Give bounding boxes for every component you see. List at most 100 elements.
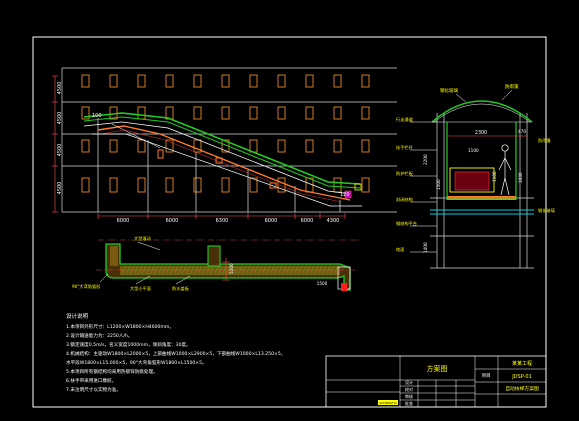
building-window: [193, 74, 202, 88]
building-window: [137, 177, 146, 193]
section-dim: 1400: [423, 242, 428, 253]
elevation-tag: 100: [92, 113, 102, 119]
building-window: [361, 106, 370, 120]
building-window: [137, 139, 146, 153]
section-dim: 1000: [518, 172, 523, 183]
elevation-view: 100 120 4500 4500 4500 4500 6000 6000 63…: [52, 67, 397, 224]
title-row-label: 审核: [405, 393, 413, 399]
building-window: [249, 106, 258, 120]
notes-line: 2.设计输送能力为：2250人/h。: [66, 332, 132, 339]
building-window: [221, 74, 230, 88]
cad-drawing-canvas: 100 120 4500 4500 4500 4500 6000 6000 63…: [32, 36, 555, 408]
building-window: [81, 139, 90, 153]
plan-dim: 5200: [229, 263, 234, 274]
section-dim: 1100: [492, 171, 497, 182]
building-window: [277, 106, 286, 120]
section-dim: 470: [518, 129, 526, 134]
title-project-code: JDSP-01: [511, 374, 532, 380]
title-block: 方案图 某某工程 项目 JDSP-01 自动扶梯方案图 设计 校对 审核 批准 …: [325, 355, 547, 408]
building-window: [249, 139, 258, 153]
title-row-label: 校对: [405, 386, 413, 392]
notes-line: 3.额定速度0.5m/s，名义宽度1000mm，倾斜角度：30度。: [66, 341, 191, 348]
building-window: [81, 177, 90, 193]
building-window: [333, 106, 342, 120]
notes-line: 4.机械结构：主驱动W1800×L2000×5，上部曲线W1000×L2900×…: [66, 350, 285, 357]
title-subtitle: 自动扶梯方案图: [505, 385, 539, 392]
section-dim: 2200: [423, 154, 428, 165]
title-project-label: 项目: [482, 373, 491, 379]
escalator-truss-bottom: [92, 133, 362, 207]
dimension-bottom: 6000: [117, 218, 130, 224]
section-callout: 地面: [396, 246, 404, 253]
section-callout: 钢结构平台: [396, 220, 417, 227]
title-row-label: 设计: [405, 379, 413, 385]
building-window: [361, 139, 370, 153]
title-row-label: 批准: [405, 400, 413, 406]
notes-line: 7.未注明尺寸以实物为准。: [66, 386, 121, 393]
dimension-left: 4500: [57, 144, 63, 157]
section-dim: 1100: [468, 148, 479, 153]
elevation-tag: 120: [340, 192, 350, 198]
notes-line: 水平段W1800×L15.000×5，90°大弯角弧形W1800×L1500×5…: [66, 359, 207, 366]
building-window: [165, 177, 174, 193]
building-window: [109, 74, 118, 88]
building-window: [109, 177, 118, 193]
dimension-bottom: 6000: [265, 218, 278, 224]
building-window: [193, 106, 202, 120]
building-window: [361, 177, 370, 193]
section-callout: 防雨篷: [505, 83, 519, 90]
title-company: 某某工程: [512, 360, 532, 367]
section-callout: 防护栏板: [396, 170, 414, 177]
plan-callout: 90°大弯角弧形: [72, 283, 101, 290]
notes-line: 1.本项目外形尺寸：L1200×W1800×H4600mm。: [66, 323, 174, 330]
dimension-bottom: 4300: [327, 218, 340, 224]
section-callout: 行走通道: [396, 116, 414, 123]
building-window: [221, 177, 230, 193]
title-stamp-label: SCHEMATIC: [379, 401, 396, 405]
section-callout: 封闭结构: [396, 196, 413, 203]
building-window: [221, 106, 230, 120]
dimension-left: 4500: [57, 112, 63, 125]
building-window: [361, 74, 370, 88]
window-grid: [81, 74, 370, 193]
plan-callout: 防水盖板: [172, 285, 190, 292]
section-view: 2300 470 1100 1100 1000 1500 2200 1400 钢…: [396, 83, 555, 269]
dimension-bottom: 6300: [216, 218, 229, 224]
building-window: [137, 106, 146, 120]
building-window: [305, 74, 314, 88]
dimension-bottom: 6000: [166, 218, 179, 224]
human-scale-figure: [498, 144, 512, 196]
building-window: [305, 139, 314, 153]
building-window: [109, 139, 118, 153]
escalator-truss-mid: [83, 116, 361, 189]
building-window: [333, 139, 342, 153]
plan-callout: 大型小平面: [130, 285, 151, 292]
dimension-left: 4500: [57, 182, 63, 195]
building-window: [193, 177, 202, 193]
section-dim: 2300: [475, 130, 487, 136]
plan-dim: 1500: [317, 281, 328, 286]
section-callout: 钢化玻璃: [440, 87, 458, 94]
building-window: [277, 74, 286, 88]
notes-title: 设计说明: [66, 312, 89, 320]
building-window: [81, 74, 90, 88]
notes-line: 6.扶手带采用进口橡胶。: [66, 377, 116, 384]
title-drawing-name: 方案图: [427, 364, 448, 373]
plan-callout: 大型滚动: [134, 235, 151, 242]
section-callout: 钢化玻璃: [538, 207, 555, 214]
dimension-bottom: 6000: [301, 218, 314, 224]
section-callout: 扶手栏杆: [396, 144, 414, 151]
building-window: [277, 139, 286, 153]
section-callout: 防雨篷: [538, 137, 551, 144]
building-window: [305, 106, 314, 120]
building-window: [333, 177, 342, 193]
building-window: [165, 74, 174, 88]
section-dim: 1500: [436, 179, 441, 190]
building-window: [249, 74, 258, 88]
notes-line: 5.本项目所有钢结构均采用热镀锌防腐处理。: [66, 368, 158, 375]
design-notes: 设计说明 1.本项目外形尺寸：L1200×W1800×H4600mm。 2.设计…: [66, 312, 285, 393]
plan-view: 5200 1500 90°大弯角弧形 大型滚动 大型小平面 防水盖板: [72, 235, 362, 292]
building-window: [333, 74, 342, 88]
building-window: [137, 74, 146, 88]
dimension-left: 4500: [57, 82, 63, 95]
